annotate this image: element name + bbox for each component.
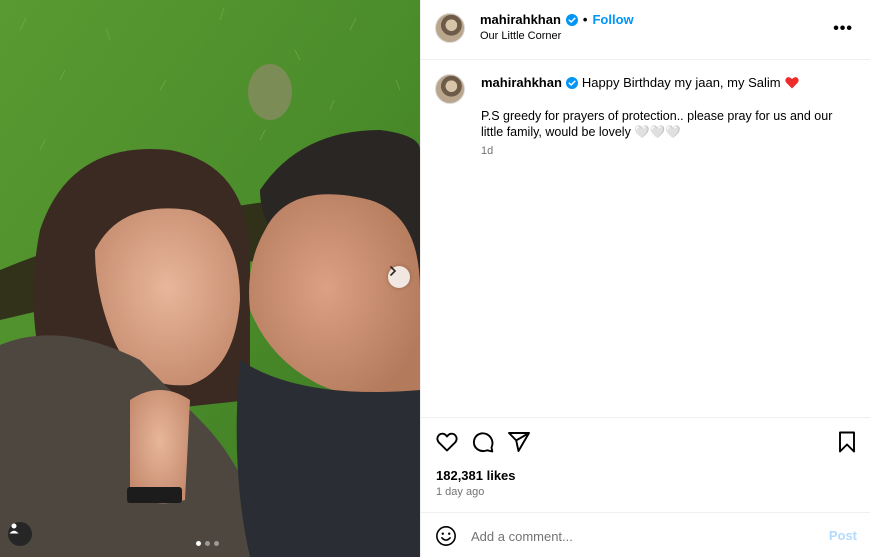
- likes-count[interactable]: 182,381 likes: [436, 468, 516, 483]
- more-icon: •••: [833, 20, 853, 37]
- heart-icon[interactable]: [435, 430, 459, 454]
- post-side-panel: mahirahkhan • Follow Our Little Corner •…: [420, 0, 870, 557]
- carousel-next-button[interactable]: [388, 266, 410, 288]
- caption-section: mahirahkhan Happy Birthday my jaan, my S…: [421, 60, 870, 418]
- carousel-dot-active: [196, 541, 201, 546]
- action-bar: [421, 428, 870, 456]
- emoji-icon[interactable]: [435, 525, 457, 547]
- caption-username[interactable]: mahirahkhan: [481, 75, 562, 90]
- user-tag-icon: [9, 523, 19, 534]
- carousel-dot: [214, 541, 219, 546]
- photo-illustration: [0, 0, 420, 557]
- carousel-indicator: [196, 541, 219, 546]
- tagged-users-button[interactable]: [8, 522, 32, 546]
- post-age: 1 day ago: [436, 486, 485, 498]
- verified-icon: [565, 13, 578, 26]
- username-link[interactable]: mahirahkhan: [480, 12, 561, 27]
- location-link[interactable]: Our Little Corner: [480, 30, 561, 42]
- caption-body: P.S greedy for prayers of protection.. p…: [481, 109, 833, 139]
- post-photo[interactable]: [0, 0, 420, 557]
- post-comment-button[interactable]: Post: [829, 528, 857, 543]
- post-header: mahirahkhan • Follow Our Little Corner •…: [421, 0, 870, 60]
- caption-text: Happy Birthday my jaan, my Salim: [581, 75, 781, 90]
- follow-button[interactable]: Follow: [592, 12, 633, 27]
- caption-line: mahirahkhan Happy Birthday my jaan, my S…: [481, 75, 799, 90]
- avatar[interactable]: [435, 74, 465, 104]
- share-icon[interactable]: [507, 430, 531, 454]
- header-user: mahirahkhan • Follow: [480, 12, 634, 27]
- comment-icon[interactable]: [471, 430, 495, 454]
- caption-timestamp: 1d: [481, 145, 494, 157]
- avatar[interactable]: [435, 13, 465, 43]
- more-options-button[interactable]: •••: [833, 20, 853, 38]
- comment-bar: Post: [421, 512, 870, 557]
- red-heart-emoji-icon: [784, 77, 799, 89]
- carousel-dot: [205, 541, 210, 546]
- separator: •: [582, 12, 588, 27]
- chevron-right-icon: [390, 266, 397, 276]
- comment-input[interactable]: [471, 526, 801, 546]
- verified-icon: [565, 76, 578, 89]
- save-icon[interactable]: [835, 430, 859, 454]
